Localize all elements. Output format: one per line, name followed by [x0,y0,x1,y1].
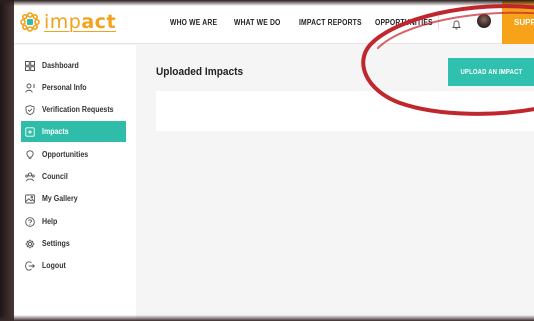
sidebar-item-opportunities[interactable]: Opportunities [21,144,126,165]
page-title: Uploaded Impacts [156,66,244,78]
grid-icon [25,60,35,71]
sidebar-item-verification-requests[interactable]: Verification Requests [21,99,126,120]
upload-impact-button[interactable]: UPLOAD AN IMPACT [448,58,534,86]
user-icon [25,83,35,93]
sidebar-item-label: Verification Requests [42,105,114,114]
impact-icon [25,126,35,137]
nav-divider [438,14,439,30]
gallery-icon [25,194,35,204]
avatar[interactable] [477,14,491,28]
sidebar-item-label: Dashboard [42,61,79,70]
sidebar-item-label: Logout [42,261,66,270]
nav-what-we-do[interactable]: WHAT WE DO [234,18,281,27]
app-window: impact WHO WE ARE WHAT WE DO IMPACT REPO… [0,0,534,321]
impacts-list-card [156,91,534,131]
sidebar-item-label: My Gallery [42,194,78,203]
sidebar-item-settings[interactable]: Settings [21,233,126,254]
sidebar-item-label: Help [42,217,58,226]
sidebar-item-council[interactable]: Council [21,166,126,187]
nav-impact-reports[interactable]: IMPACT REPORTS [299,18,362,27]
sidebar-item-help[interactable]: Help [21,211,126,232]
shield-check-icon [25,104,35,115]
sidebar-item-impacts[interactable]: Impacts [21,121,126,142]
sidebar-item-my-gallery[interactable]: My Gallery [21,188,126,209]
top-header: impact WHO WE ARE WHAT WE DO IMPACT REPO… [0,0,534,44]
photo-edge-top [0,0,534,6]
bell-icon[interactable] [452,17,461,35]
logout-icon [25,260,36,271]
sidebar-item-label: Settings [42,239,70,248]
sidebar-item-dashboard[interactable]: Dashboard [21,55,126,76]
council-icon [25,171,35,182]
photo-edge-bottom [0,315,534,321]
gear-icon [25,239,35,249]
sidebar-item-personal-info[interactable]: Personal Info [21,77,126,98]
help-icon [25,216,35,227]
bulb-icon [25,149,35,160]
sidebar: Dashboard Personal Info Verification Req… [14,45,136,321]
sidebar-item-label: Council [42,172,68,181]
nav-who-we-are[interactable]: WHO WE ARE [170,18,217,27]
sidebar-item-label: Personal Info [42,83,87,92]
nav-opportunities[interactable]: OPPORTUNITIES [375,18,433,27]
sidebar-item-label: Opportunities [42,150,89,159]
photo-edge-left [0,0,14,321]
sidebar-item-label: Impacts [42,127,69,136]
logo-text: impact [44,11,117,33]
support-button[interactable]: SUPPORT [502,0,534,44]
sidebar-item-logout[interactable]: Logout [21,255,126,276]
logo[interactable]: impact [18,10,116,34]
logo-icon [18,10,42,34]
